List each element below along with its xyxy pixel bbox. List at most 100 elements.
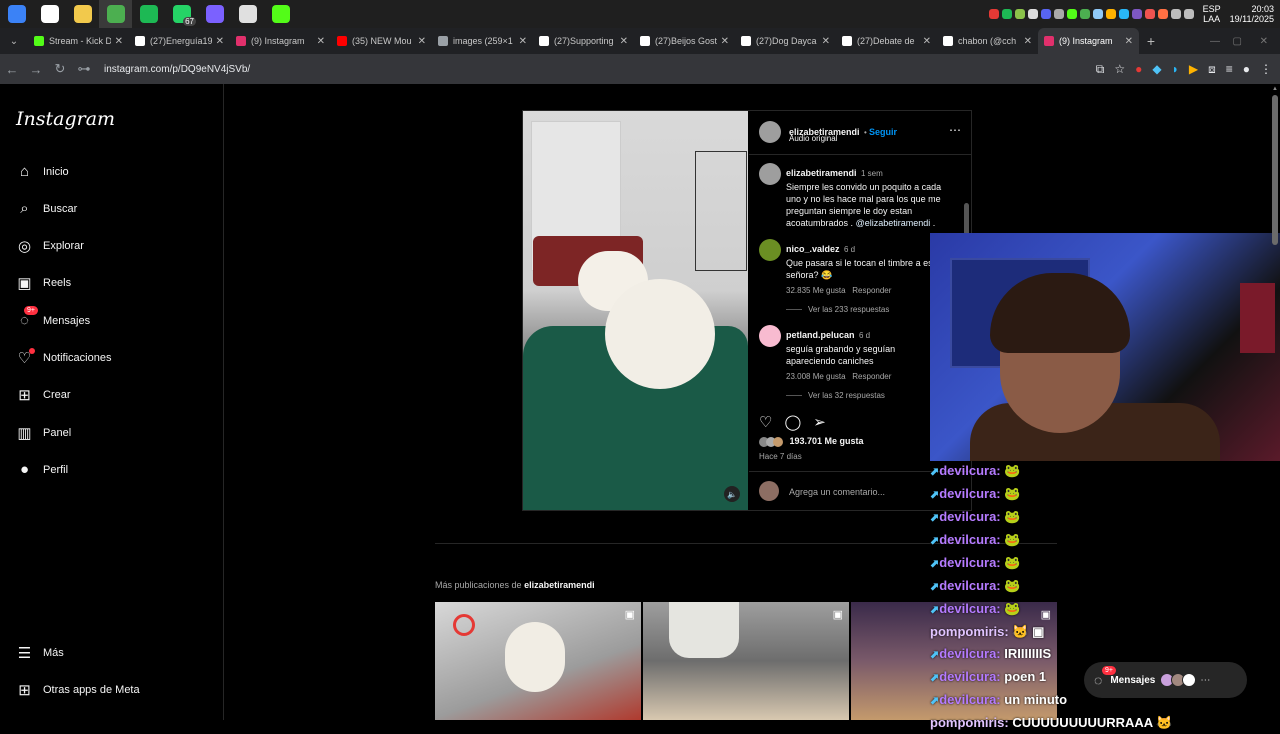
sidebar-item-inicio[interactable]: ⌂ Inicio	[16, 163, 69, 180]
browser-tab[interactable]: (9) Instagram ✕	[1038, 28, 1139, 54]
extension-icon[interactable]: ▶	[1189, 62, 1198, 76]
back-icon[interactable]: ←	[0, 62, 24, 77]
tray-icon[interactable]	[988, 9, 999, 19]
taskbar-kick[interactable]	[264, 0, 297, 28]
tab-search-icon[interactable]: ⌄	[0, 36, 28, 47]
taskbar-windows-start[interactable]	[0, 0, 33, 28]
extension-icon[interactable]: ◗	[1172, 62, 1179, 76]
maximize-icon[interactable]: ▢	[1233, 36, 1242, 47]
taskbar-chatgpt[interactable]	[231, 0, 264, 28]
grid-post[interactable]: ▣	[435, 602, 641, 720]
site-info-icon[interactable]: ⊶	[72, 61, 96, 77]
tab-close-icon[interactable]: ✕	[115, 36, 123, 47]
sidebar-item-meta-apps[interactable]: ⊞ Otras apps de Meta	[16, 681, 139, 699]
browser-tab[interactable]: (27)Beijos Gost ✕	[634, 28, 735, 54]
comment-input[interactable]: Agrega un comentario...	[789, 487, 885, 497]
extension-icon[interactable]: ◆	[1152, 62, 1161, 76]
tray-icon[interactable]	[1027, 9, 1038, 19]
commenter-avatar[interactable]	[759, 239, 781, 261]
tab-close-icon[interactable]: ✕	[1024, 36, 1032, 47]
taskbar-chrome[interactable]	[99, 0, 132, 28]
browser-tab[interactable]: (27)Dog Dayca ✕	[735, 28, 836, 54]
tab-close-icon[interactable]: ✕	[923, 36, 931, 47]
likes-count[interactable]: 193.701 Me gusta	[790, 436, 864, 446]
tray-icon[interactable]	[1014, 9, 1025, 19]
menu-dots-icon[interactable]: ⋮	[1260, 62, 1272, 76]
scrollbar-thumb[interactable]	[1272, 95, 1278, 245]
browser-tab[interactable]: Stream - Kick D ✕	[28, 28, 129, 54]
cast-icon[interactable]: ⧉	[1096, 62, 1105, 77]
taskbar-file-explorer[interactable]	[66, 0, 99, 28]
taskbar-whatsapp[interactable]: 67	[165, 0, 198, 28]
commenter-username[interactable]: nico_.valdez	[786, 244, 840, 254]
commenter-avatar[interactable]	[759, 325, 781, 347]
browser-tab[interactable]: images (259×1 ✕	[432, 28, 533, 54]
tab-close-icon[interactable]: ✕	[1125, 36, 1133, 47]
post-video[interactable]: 🔈	[523, 111, 748, 510]
author-avatar[interactable]	[759, 121, 781, 143]
tray-icon[interactable]	[1066, 9, 1077, 19]
browser-tab[interactable]: (35) NEW Mou ✕	[331, 28, 432, 54]
tray-icon[interactable]	[1118, 9, 1129, 19]
sidebar-item-panel[interactable]: ▥ Panel	[16, 424, 71, 442]
profile-avatar-icon[interactable]: ●	[1243, 62, 1250, 76]
bookmark-star-icon[interactable]: ☆	[1114, 62, 1125, 76]
view-replies[interactable]: Ver las 233 respuestas	[786, 305, 889, 314]
tray-icon[interactable]	[1144, 9, 1155, 19]
follow-button[interactable]: Seguir	[869, 127, 897, 137]
volume-icon[interactable]: 🔈	[724, 486, 740, 502]
sidebar-item-reels[interactable]: ▣ Reels	[16, 274, 71, 292]
tray-icon[interactable]	[1053, 9, 1064, 19]
audio-label[interactable]: Audio original	[789, 134, 837, 143]
tab-close-icon[interactable]: ✕	[317, 36, 325, 47]
tray-icon[interactable]	[1092, 9, 1103, 19]
reading-list-icon[interactable]: ≡	[1226, 62, 1233, 76]
share-send-icon[interactable]: ➢	[813, 413, 826, 431]
tray-icon[interactable]	[1079, 9, 1090, 19]
taskbar-search[interactable]	[33, 0, 66, 28]
wifi-icon[interactable]	[1170, 9, 1181, 19]
tab-close-icon[interactable]: ✕	[519, 36, 527, 47]
page-scrollbar[interactable]: ▲	[1272, 86, 1278, 720]
sidebar-item-crear[interactable]: ⊞ Crear	[16, 386, 70, 404]
comment-likes[interactable]: 23.008 Me gusta	[786, 372, 846, 381]
sidebar-item-explorar[interactable]: ◎ Explorar	[16, 237, 84, 255]
grid-post[interactable]: ▣	[643, 602, 849, 720]
extensions-puzzle-icon[interactable]: ⧈	[1208, 62, 1216, 77]
tray-icon[interactable]	[1105, 9, 1116, 19]
caption-mention[interactable]: @elizabetiramendi	[856, 218, 931, 228]
browser-tab[interactable]: (27)Supporting ✕	[533, 28, 634, 54]
sidebar-item-more[interactable]: ☰ Más	[16, 644, 64, 662]
likes-row[interactable]: 193.701 Me gusta	[759, 436, 864, 447]
browser-tab[interactable]: chabon (@cch ✕	[937, 28, 1038, 54]
browser-tab[interactable]: (27)Debate de ✕	[836, 28, 937, 54]
extension-icon[interactable]: ●	[1135, 62, 1142, 76]
reload-icon[interactable]: ↻	[48, 61, 72, 77]
instagram-logo[interactable]: Instagram	[16, 108, 115, 130]
reply-button[interactable]: Responder	[852, 286, 891, 295]
commenter-username[interactable]: petland.pelucan	[786, 330, 855, 340]
comment-bubble-icon[interactable]: ◯	[784, 413, 801, 431]
forward-icon[interactable]: →	[24, 62, 48, 77]
caption-username[interactable]: elizabetiramendi	[786, 168, 857, 178]
messages-bar[interactable]: ◌ 9+ Mensajes ⋯	[1084, 662, 1247, 698]
address-bar-url[interactable]: instagram.com/p/DQ9eNV4jSVb/	[104, 64, 250, 75]
reply-button[interactable]: Responder	[852, 372, 891, 381]
tab-close-icon[interactable]: ✕	[721, 36, 729, 47]
comment-likes[interactable]: 32.835 Me gusta	[786, 286, 846, 295]
volume-icon[interactable]	[1183, 9, 1194, 19]
more-options-icon[interactable]: ⋯	[949, 123, 961, 137]
sidebar-item-perfil[interactable]: ● Perfil	[16, 461, 68, 478]
tab-close-icon[interactable]: ✕	[620, 36, 628, 47]
browser-tab[interactable]: (27)Energuía19 ✕	[129, 28, 230, 54]
browser-tab[interactable]: (9) Instagram ✕	[230, 28, 331, 54]
tab-close-icon[interactable]: ✕	[216, 36, 224, 47]
language-indicator[interactable]: ESP LAA	[1203, 4, 1221, 24]
minimize-icon[interactable]: —	[1210, 36, 1220, 47]
more-posts-user[interactable]: elizabetiramendi	[524, 580, 595, 590]
tab-close-icon[interactable]: ✕	[822, 36, 830, 47]
tray-icon[interactable]	[1001, 9, 1012, 19]
sidebar-item-mensajes[interactable]: ◌ 9+ Mensajes	[16, 306, 90, 329]
tray-icon[interactable]	[1131, 9, 1142, 19]
tray-icon[interactable]	[1040, 9, 1051, 19]
